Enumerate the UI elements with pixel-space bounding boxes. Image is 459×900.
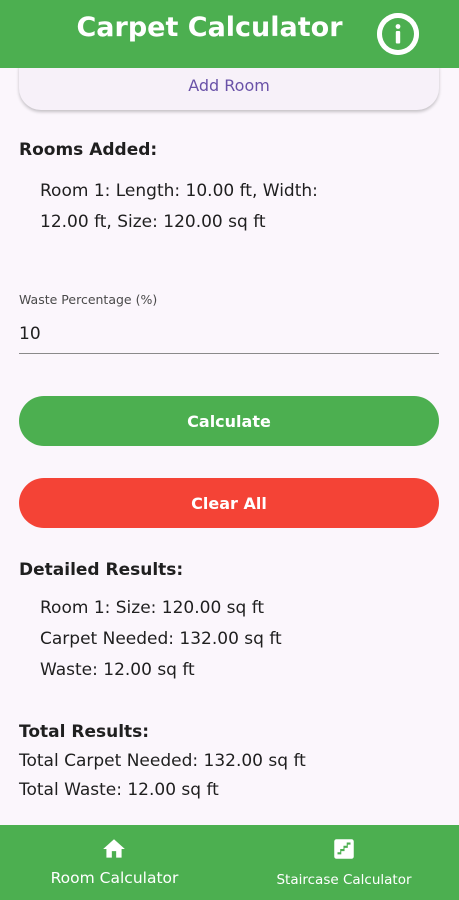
nav-item-staircase-calculator[interactable]: Staircase Calculator xyxy=(229,825,458,900)
app-screen: Carpet Calculator Add Room Rooms Added: … xyxy=(0,0,459,900)
home-icon xyxy=(101,836,127,862)
waste-percentage-input[interactable] xyxy=(19,314,439,354)
result-room-size: Room 1: Size: 120.00 sq ft xyxy=(40,598,265,618)
main-content: Add Room Rooms Added: Room 1: Length: 10… xyxy=(0,68,459,825)
total-carpet-needed: Total Carpet Needed: 132.00 sq ft xyxy=(19,751,306,771)
clear-all-button[interactable]: Clear All xyxy=(19,478,439,528)
rooms-added-heading: Rooms Added: xyxy=(19,140,158,160)
nav-label-staircase-calculator: Staircase Calculator xyxy=(276,872,412,888)
result-waste: Waste: 12.00 sq ft xyxy=(40,660,195,680)
nav-item-room-calculator[interactable]: Room Calculator xyxy=(0,825,229,900)
waste-percentage-label: Waste Percentage (%) xyxy=(19,292,158,307)
add-room-button[interactable]: Add Room xyxy=(19,68,439,110)
total-waste: Total Waste: 12.00 sq ft xyxy=(19,780,219,800)
total-results-heading: Total Results: xyxy=(19,722,150,742)
bottom-navigation: Room Calculator Staircase Calculator xyxy=(0,825,459,900)
calculate-button[interactable]: Calculate xyxy=(19,396,439,446)
result-carpet-needed: Carpet Needed: 132.00 sq ft xyxy=(40,629,282,649)
room-list-item: Room 1: Length: 10.00 ft, Width: 12.00 f… xyxy=(40,181,318,232)
info-icon xyxy=(377,13,419,55)
app-bar: Carpet Calculator xyxy=(0,0,459,68)
nav-label-room-calculator: Room Calculator xyxy=(50,869,179,887)
staircase-icon xyxy=(331,836,357,862)
detailed-results-heading: Detailed Results: xyxy=(19,560,184,580)
info-button[interactable] xyxy=(377,13,419,55)
